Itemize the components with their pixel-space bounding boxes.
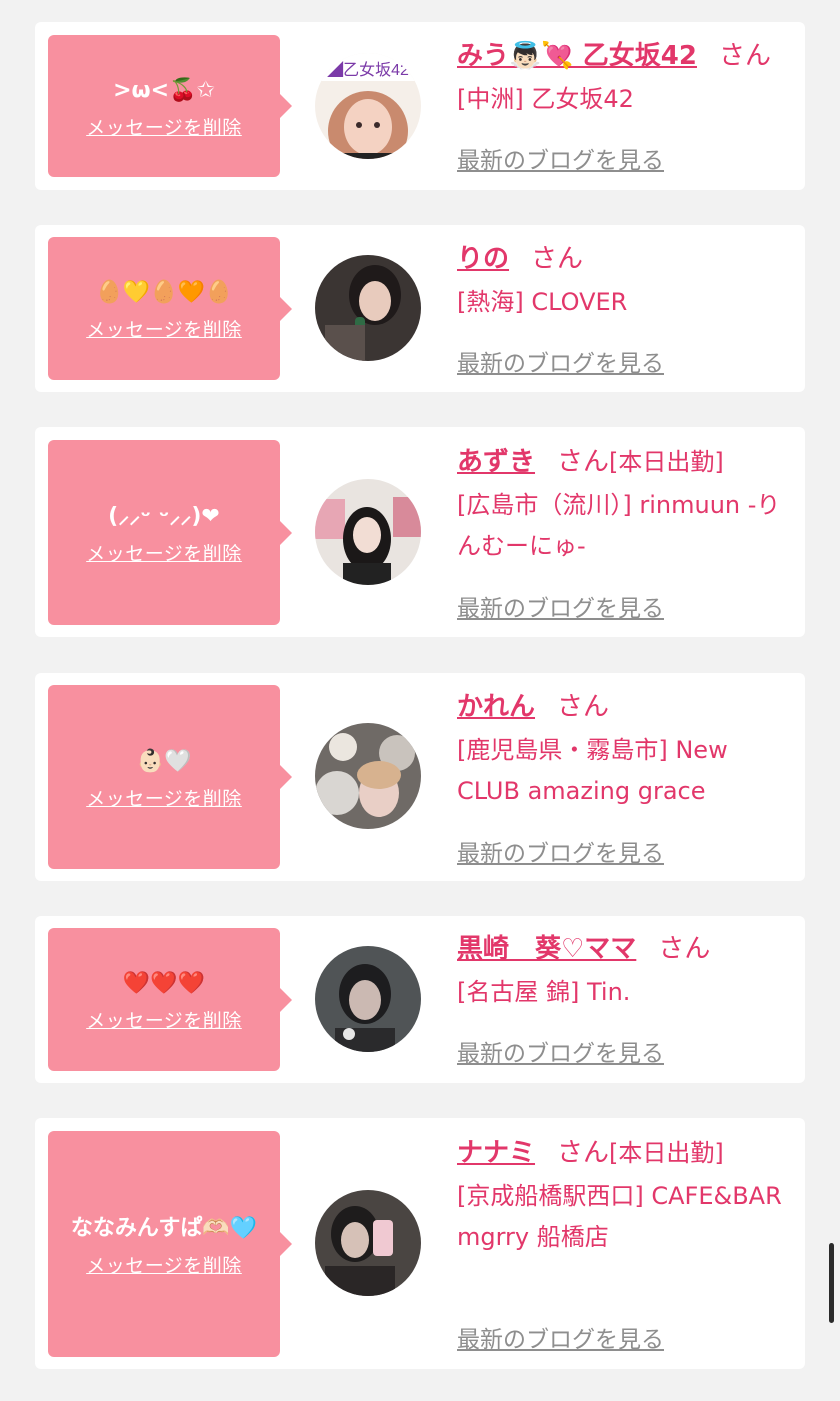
latest-blog-link[interactable]: 最新のブログを見る <box>457 344 664 378</box>
status-badge: [本日出勤] <box>609 448 724 476</box>
message-bubble: 🥚💛🥚🧡🥚 メッセージを削除 <box>48 237 292 380</box>
message-text: 👶🏻🤍 <box>136 748 192 774</box>
favorite-card: ななみんすぱ🫶🏻🩵 メッセージを削除 ナナミ さん[本日出勤] [京成船橋駅西口]… <box>35 1118 805 1369</box>
latest-blog-link[interactable]: 最新のブログを見る <box>457 141 664 175</box>
profile-info: ナナミ さん[本日出勤] [京成船橋駅西口] CAFE&BAR mgrry 船橋店… <box>457 1134 792 1353</box>
name-line: 黒崎 葵♡ママ さん <box>457 930 792 968</box>
girl-photo-icon: ◢乙女坂42 <box>315 53 421 159</box>
shop-name: [中洲] 乙女坂42 <box>457 85 634 113</box>
avatar[interactable] <box>315 723 421 829</box>
delete-message-link[interactable]: メッセージを削除 <box>86 539 242 566</box>
profile-info: みう👼🏻💘 乙女坂42 さん [中洲] 乙女坂42 最新のブログを見る <box>457 37 792 174</box>
honorific: さん <box>658 934 711 964</box>
message-bubble: (⸝⸝ᵕ ᵕ⸝⸝)❤︎ メッセージを削除 <box>48 440 292 625</box>
latest-blog-link[interactable]: 最新のブログを見る <box>457 1034 664 1068</box>
honorific: さん <box>718 41 771 71</box>
message-text: >ω<🍒✩ <box>113 77 215 103</box>
girl-photo-icon <box>315 946 421 1052</box>
delete-message-link[interactable]: メッセージを削除 <box>86 113 242 140</box>
girl-photo-icon <box>315 255 421 361</box>
cast-name-link[interactable]: かれん <box>457 692 535 722</box>
avatar[interactable] <box>315 1190 421 1296</box>
name-line: かれん さん <box>457 688 792 726</box>
message-bubble: >ω<🍒✩ メッセージを削除 <box>48 35 292 177</box>
avatar[interactable]: ◢乙女坂42 <box>315 53 421 159</box>
girl-photo-icon <box>315 479 421 585</box>
scrollbar[interactable] <box>829 1243 834 1323</box>
status-badge: [本日出勤] <box>609 1139 724 1167</box>
cast-name-link[interactable]: みう👼🏻💘 乙女坂42 <box>457 41 697 71</box>
cast-name-link[interactable]: ナナミ <box>457 1138 535 1168</box>
delete-message-link[interactable]: メッセージを削除 <box>86 1006 242 1033</box>
avatar[interactable] <box>315 479 421 585</box>
delete-message-link[interactable]: メッセージを削除 <box>86 315 242 342</box>
message-bubble: ななみんすぱ🫶🏻🩵 メッセージを削除 <box>48 1131 292 1357</box>
shop-name: [広島市（流川）] rinmuun -りんむーにゅ- <box>457 491 781 560</box>
girl-photo-icon <box>315 1190 421 1296</box>
message-bubble: 👶🏻🤍 メッセージを削除 <box>48 685 292 869</box>
message-text: ❤️❤️❤️ <box>122 971 206 996</box>
message-text: 🥚💛🥚🧡🥚 <box>95 280 233 305</box>
favorite-card: (⸝⸝ᵕ ᵕ⸝⸝)❤︎ メッセージを削除 あずき さん[本日出勤] [広島市（流川… <box>35 427 805 637</box>
message-bubble: ❤️❤️❤️ メッセージを削除 <box>48 928 292 1071</box>
delete-message-link[interactable]: メッセージを削除 <box>86 784 242 811</box>
cast-name-link[interactable]: 黒崎 葵♡ママ <box>457 934 636 964</box>
shop-name: [熱海] CLOVER <box>457 288 628 316</box>
cast-name-link[interactable]: あずき <box>457 447 535 477</box>
latest-blog-link[interactable]: 最新のブログを見る <box>457 1320 664 1354</box>
favorite-card: ❤️❤️❤️ メッセージを削除 黒崎 葵♡ママ さん [名古屋 錦] Tin. 最… <box>35 916 805 1083</box>
avatar[interactable] <box>315 946 421 1052</box>
honorific: さん <box>557 1138 610 1168</box>
delete-message-link[interactable]: メッセージを削除 <box>86 1251 242 1278</box>
message-text: (⸝⸝ᵕ ᵕ⸝⸝)❤︎ <box>108 504 220 529</box>
shop-name: [名古屋 錦] Tin. <box>457 978 631 1006</box>
svg-text:◢乙女坂42: ◢乙女坂42 <box>327 60 409 79</box>
favorite-card: >ω<🍒✩ メッセージを削除 ◢乙女坂42 みう👼🏻💘 乙女坂42 さん [中洲]… <box>35 22 805 190</box>
avatar[interactable] <box>315 255 421 361</box>
favorite-card: 👶🏻🤍 メッセージを削除 かれん さん [鹿児島県・霧島市] New CLUB a… <box>35 673 805 881</box>
name-line: ナナミ さん[本日出勤] <box>457 1134 792 1172</box>
honorific: さん <box>557 692 610 722</box>
message-text: ななみんすぱ🫶🏻🩵 <box>70 1215 258 1241</box>
name-line: みう👼🏻💘 乙女坂42 さん <box>457 37 792 75</box>
profile-info: りの さん [熱海] CLOVER 最新のブログを見る <box>457 240 792 377</box>
latest-blog-link[interactable]: 最新のブログを見る <box>457 589 664 623</box>
honorific: さん <box>557 447 610 477</box>
profile-info: かれん さん [鹿児島県・霧島市] New CLUB amazing grace … <box>457 688 792 867</box>
shop-name: [京成船橋駅西口] CAFE&BAR mgrry 船橋店 <box>457 1182 782 1251</box>
favorite-card: 🥚💛🥚🧡🥚 メッセージを削除 りの さん [熱海] CLOVER 最新のブログを見… <box>35 225 805 392</box>
latest-blog-link[interactable]: 最新のブログを見る <box>457 834 664 868</box>
cast-name-link[interactable]: りの <box>457 244 509 274</box>
profile-info: あずき さん[本日出勤] [広島市（流川）] rinmuun -りんむーにゅ- 最… <box>457 443 792 622</box>
girl-photo-icon <box>315 723 421 829</box>
name-line: あずき さん[本日出勤] <box>457 443 792 481</box>
honorific: さん <box>531 244 584 274</box>
profile-info: 黒崎 葵♡ママ さん [名古屋 錦] Tin. 最新のブログを見る <box>457 930 792 1067</box>
shop-name: [鹿児島県・霧島市] New CLUB amazing grace <box>457 736 728 805</box>
name-line: りの さん <box>457 240 792 278</box>
